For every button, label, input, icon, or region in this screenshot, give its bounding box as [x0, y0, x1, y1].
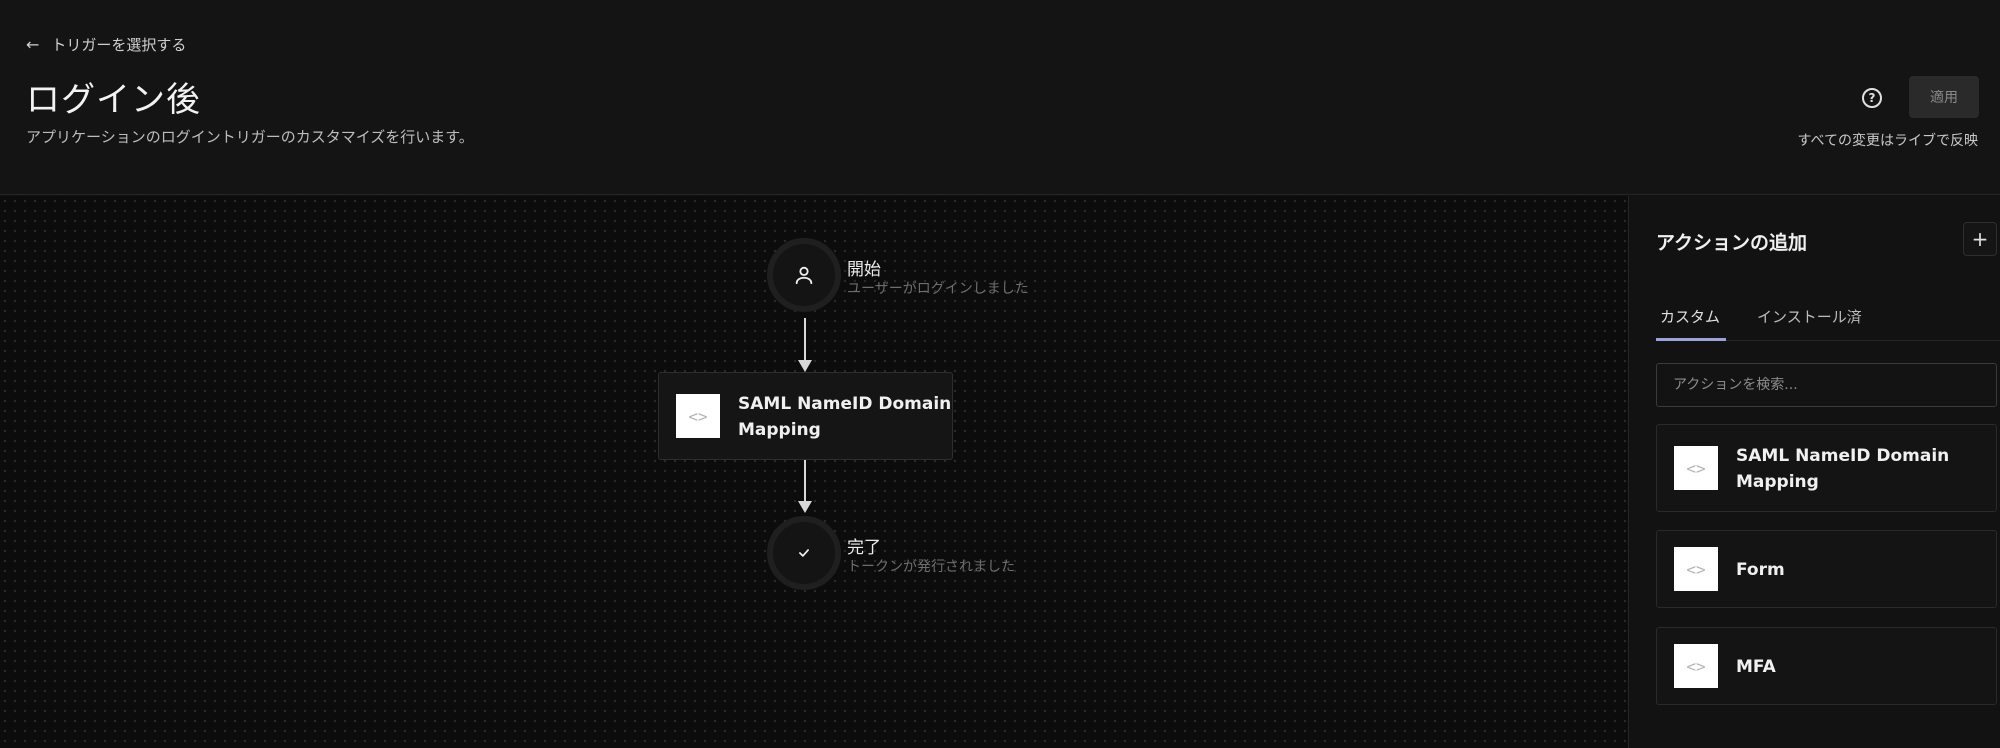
apply-button[interactable]: 適用: [1909, 76, 1979, 118]
action-card-title: Form: [1736, 560, 1785, 580]
end-node: [767, 516, 841, 590]
flow-arrowhead: [798, 360, 812, 372]
action-card-title: SAML NameID Domain Mapping: [1736, 443, 1949, 495]
flow-canvas[interactable]: 開始 ユーザーがログインしました <> SAML NameID Domain M…: [0, 196, 1628, 748]
action-card-title: MFA: [1736, 657, 1776, 677]
end-node-label: 完了: [847, 538, 881, 558]
start-node-label: 開始: [847, 260, 881, 280]
add-action-panel: アクションの追加 + カスタム インストール済 <> SAML NameID D…: [1628, 196, 2000, 748]
action-search-input[interactable]: [1656, 363, 1997, 407]
start-node: [767, 238, 841, 312]
tab-installed[interactable]: インストール済: [1757, 306, 1862, 327]
add-action-button[interactable]: +: [1963, 222, 1997, 256]
arrow-left-icon: ←: [26, 34, 40, 54]
flow-action-title: SAML NameID Domain Mapping: [738, 391, 951, 443]
page-header: ← トリガーを選択する ログイン後 アプリケーションのログイントリガーのカスタマ…: [0, 0, 2000, 195]
user-icon: [795, 266, 813, 285]
page-subtitle: アプリケーションのログイントリガーのカスタマイズを行います。: [26, 128, 474, 146]
action-card-mfa[interactable]: <> MFA: [1656, 627, 1997, 705]
flow-edge: [804, 318, 806, 362]
back-link-label: トリガーを選択する: [51, 36, 187, 54]
back-to-triggers-link[interactable]: ← トリガーを選択する: [26, 34, 186, 55]
flow-action-title-line2: Mapping: [738, 420, 821, 440]
code-icon: <>: [1674, 547, 1718, 591]
live-changes-note: すべての変更はライブで反映: [1797, 133, 1978, 149]
action-card-saml[interactable]: <> SAML NameID Domain Mapping: [1656, 424, 1997, 512]
flow-arrowhead: [798, 501, 812, 513]
code-icon: <>: [1674, 644, 1718, 688]
code-icon: <>: [1674, 446, 1718, 490]
tab-custom[interactable]: カスタム: [1660, 306, 1720, 327]
panel-tabs: カスタム インストール済: [1656, 288, 2000, 341]
action-card-title-line2: Mapping: [1736, 472, 1819, 492]
page-title: ログイン後: [26, 80, 201, 120]
panel-title: アクションの追加: [1656, 232, 1808, 254]
check-icon: [799, 549, 809, 557]
action-card-form[interactable]: <> Form: [1656, 530, 1997, 608]
code-icon: <>: [676, 394, 720, 438]
flow-action-node[interactable]: <> SAML NameID Domain Mapping: [658, 372, 953, 460]
flow-action-title-line1: SAML NameID Domain: [738, 394, 952, 414]
end-node-subtitle: トークンが発行されました: [847, 559, 1015, 575]
start-node-subtitle: ユーザーがログインしました: [847, 281, 1029, 297]
flow-edge: [804, 460, 806, 504]
help-icon[interactable]: ?: [1862, 88, 1882, 108]
action-card-title-line1: SAML NameID Domain: [1736, 446, 1950, 466]
active-tab-indicator: [1656, 338, 1726, 341]
